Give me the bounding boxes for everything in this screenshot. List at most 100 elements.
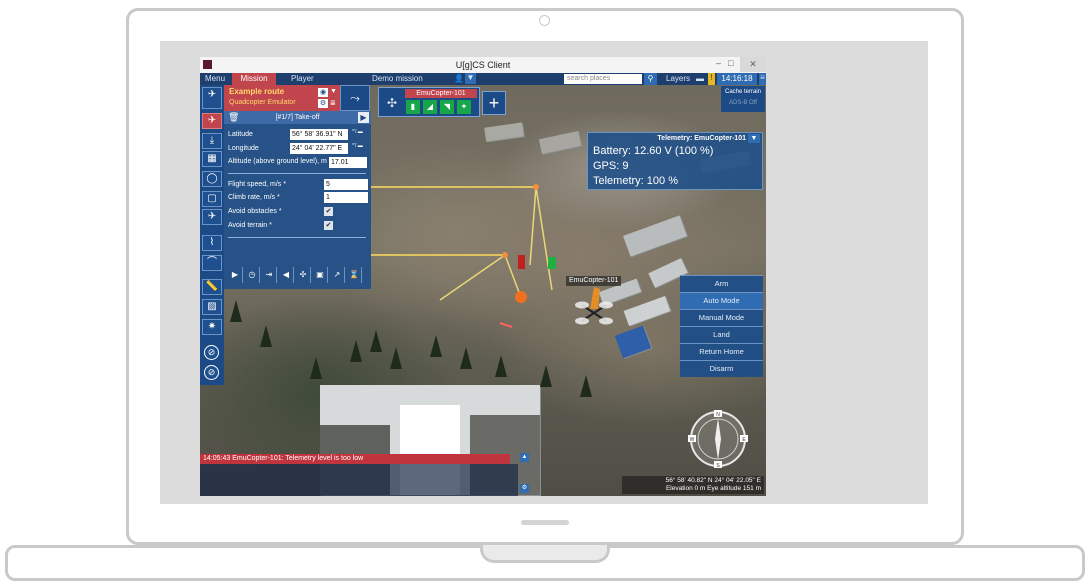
takeoff-tool-icon[interactable]: ✈ xyxy=(202,113,222,129)
latitude-field[interactable]: 56° 58' 36.91" N xyxy=(290,129,348,140)
menu-icon[interactable]: ≡ xyxy=(759,73,766,85)
panorama-icon[interactable]: ▣ xyxy=(313,267,328,283)
camera-distance-icon[interactable]: ⇥ xyxy=(262,267,277,283)
signal-icon: ◢ xyxy=(423,100,437,114)
log-expand-icon[interactable]: ▲ xyxy=(520,453,529,462)
coord-format-icon[interactable]: °'/ ▬ xyxy=(352,143,363,149)
waypoint-actions: ▶ ◷ ⇥ ◀ ✣ ▣ ↗ ⌛ xyxy=(228,267,368,285)
mission-dropdown-icon[interactable]: ▼ xyxy=(465,73,476,84)
light-tool-icon[interactable]: ✷ xyxy=(202,319,222,335)
log-settings-icon[interactable]: ⚙ xyxy=(520,484,529,493)
heading-icon[interactable]: ↗ xyxy=(330,267,345,283)
arm-button[interactable]: Arm xyxy=(680,275,763,292)
camera-trigger-icon[interactable]: ▶ xyxy=(228,267,243,283)
menubar: Menu Mission Player Demo mission 👤 ▼ sea… xyxy=(200,73,766,85)
avoid-terrain-label: Avoid terrain * xyxy=(228,222,272,229)
landing-tool-icon[interactable]: ✈ xyxy=(202,209,222,225)
clock: 14:16:18 xyxy=(717,73,757,85)
avoid-obstacles-checkbox[interactable]: ✔ xyxy=(324,207,333,216)
telemetry-readout: Telemetry: 100 % xyxy=(593,175,678,187)
compass-icon[interactable]: N E S W xyxy=(688,409,748,469)
close-button[interactable]: ✕ xyxy=(740,57,766,72)
laptop-notch xyxy=(480,545,610,563)
waypoint-header: 🗑 [#1/7] Take-off ▶ xyxy=(224,111,371,124)
camera-timer-icon[interactable]: ◷ xyxy=(245,267,260,283)
layers-button[interactable]: Layers xyxy=(666,74,690,83)
disarm-button[interactable]: Disarm xyxy=(680,360,763,377)
grid-tool-icon[interactable]: ▨ xyxy=(202,299,222,315)
divider xyxy=(228,173,366,174)
altitude-field[interactable]: 17.01 xyxy=(329,157,367,168)
cache-terrain-panel[interactable]: Cache terrain ADS-B Off xyxy=(721,86,765,112)
mission-name[interactable]: Demo mission xyxy=(372,74,423,83)
no-fly-zone-alt-icon[interactable]: ⊘ xyxy=(204,365,219,380)
cursor-coordinates: 56° 58' 40.82" N 24° 04' 22.05" E xyxy=(665,477,761,484)
route-list-icon[interactable]: ≣ xyxy=(330,99,338,108)
vehicle-tool-icon[interactable]: ✈ xyxy=(202,87,222,109)
land-button[interactable]: Land xyxy=(680,326,763,343)
log-message[interactable]: 14:05:43 EmuCopter-101: Telemetry level … xyxy=(200,454,510,464)
perimeter-tool-icon[interactable]: ▢ xyxy=(202,191,222,207)
tab-mission[interactable]: Mission xyxy=(232,73,276,85)
circle-tool-icon[interactable]: ◯ xyxy=(202,171,222,187)
search-input[interactable]: search places xyxy=(564,74,642,84)
no-fly-zone-icon[interactable]: ⊘ xyxy=(204,345,219,360)
vehicle-name: EmuCopter-101 xyxy=(405,89,477,98)
avoid-terrain-checkbox[interactable]: ✔ xyxy=(324,221,333,230)
route-path-icon[interactable]: ⤳ xyxy=(340,85,370,111)
add-vehicle-button[interactable]: + xyxy=(482,91,506,115)
battery-icon: ▮ xyxy=(406,100,420,114)
avoid-obstacles-label: Avoid obstacles * xyxy=(228,208,282,215)
window-titlebar: U[g]CS Client – □ ✕ xyxy=(200,57,766,73)
waypoint-panel: 🗑 [#1/7] Take-off ▶ Latitude 56° 58' 36.… xyxy=(224,111,371,289)
return-home-button[interactable]: Return Home xyxy=(680,343,763,360)
auto-mode-button[interactable]: Auto Mode xyxy=(680,292,763,309)
ruler-icon[interactable]: 📏 xyxy=(202,279,222,295)
climb-label: Climb rate, m/s * xyxy=(228,194,280,201)
user-icon[interactable]: 👤 xyxy=(454,74,464,83)
route-settings-icon[interactable]: ⚙ xyxy=(318,99,328,108)
telemetry-dropdown-icon[interactable]: ▼ xyxy=(748,134,760,143)
wait-icon[interactable]: ⌛ xyxy=(347,267,362,283)
cache-terrain-label: Cache terrain xyxy=(724,89,762,95)
land-tool-icon[interactable]: ⤓ xyxy=(202,133,222,149)
tab-player[interactable]: Player xyxy=(291,74,314,83)
drone-icon xyxy=(575,287,613,325)
minimize-button[interactable]: – xyxy=(716,58,721,68)
quadcopter-icon: ✣ xyxy=(386,96,398,110)
camera-mode-icon[interactable]: ◀ xyxy=(279,267,294,283)
log-area xyxy=(200,464,518,496)
gps-readout: GPS: 9 xyxy=(593,160,629,172)
warning-icon[interactable]: ! xyxy=(708,73,715,85)
arc-tool-icon[interactable]: ⌒ xyxy=(202,255,222,271)
compass-w: W xyxy=(690,437,695,443)
speed-field[interactable]: 5 xyxy=(324,179,368,190)
webcam xyxy=(539,15,550,26)
next-waypoint-button[interactable]: ▶ xyxy=(358,112,369,123)
coord-format-icon[interactable]: °'/ ▬ xyxy=(352,129,363,135)
vehicle-map-label[interactable]: EmuCopter-101 xyxy=(566,276,622,286)
climb-field[interactable]: 1 xyxy=(324,192,368,203)
longitude-label: Longitude xyxy=(228,145,259,152)
altitude-label: Altitude (above ground level), m xyxy=(228,158,327,165)
route-tool-icon[interactable]: ⌇ xyxy=(202,235,222,251)
maximize-button[interactable]: □ xyxy=(728,58,733,68)
search-icon[interactable]: ⚲ xyxy=(644,73,657,85)
longitude-field[interactable]: 24° 04' 22.77" E xyxy=(290,143,348,154)
elevation-readout: Elevation 0 m Eye altitude 151 m xyxy=(665,485,761,492)
gps-icon: ✦ xyxy=(457,100,471,114)
speed-label: Flight speed, m/s * xyxy=(228,181,286,188)
vehicle-card[interactable]: ✣ EmuCopter-101 ▮ ◢ ◥ ✦ xyxy=(378,87,480,117)
adsb-toggle[interactable]: ADS-B Off xyxy=(721,100,765,106)
visibility-icon[interactable]: ◉ xyxy=(318,88,328,97)
gimbal-icon[interactable]: ✣ xyxy=(296,267,311,283)
window-title: U[g]CS Client xyxy=(455,60,511,70)
route-dropdown-icon[interactable]: ▼ xyxy=(330,88,338,97)
compass-n: N xyxy=(716,412,720,418)
manual-mode-button[interactable]: Manual Mode xyxy=(680,309,763,326)
camera-icon[interactable]: ▬ xyxy=(696,74,704,83)
route-name: Example route xyxy=(229,87,285,96)
area-scan-icon[interactable]: ▦ xyxy=(202,151,222,167)
telemetry-title: Telemetry: EmuCopter-101 xyxy=(657,135,746,142)
menu-button[interactable]: Menu xyxy=(205,74,225,83)
